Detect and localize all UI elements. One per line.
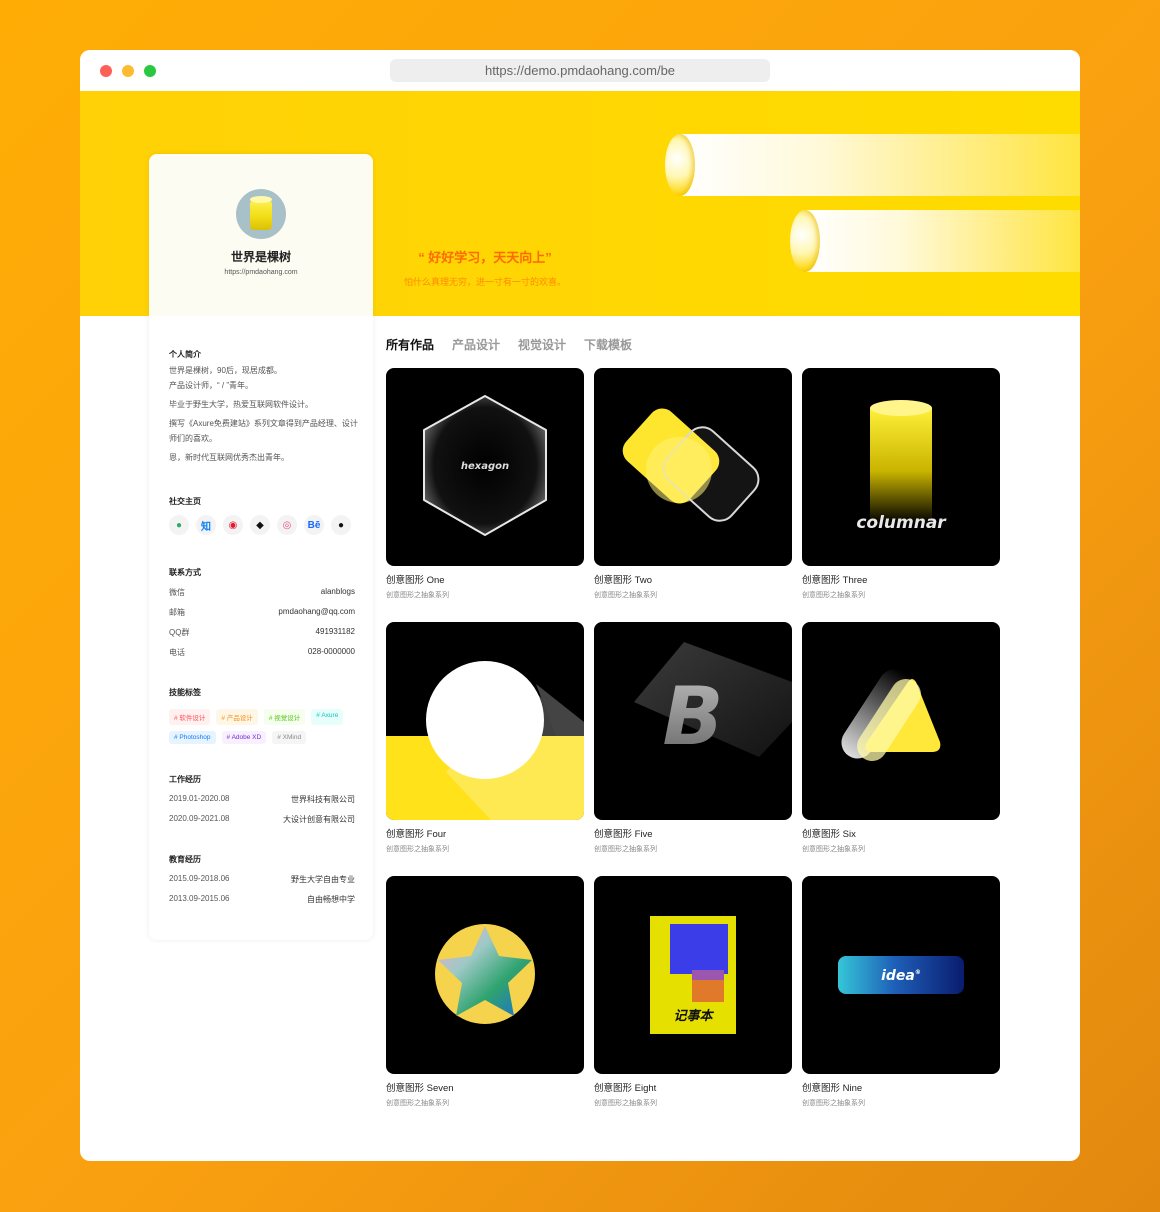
bio-line: 毕业于野生大学，热爱互联网软件设计。 [169,400,313,409]
work-subtitle: 创意图形之抽象系列 [386,592,449,599]
skill-tag[interactable]: # Axure [311,709,344,725]
wechat-icon[interactable]: ● [169,515,189,535]
bio-line: 撰写《Axure免费建站》系列文章得到产品经理、设计师们的喜欢。 [169,419,358,443]
browser-titlebar: https://demo.pmdaohang.com/be [80,50,1080,91]
work-art-text: hexagon [461,461,509,472]
work-subtitle: 创意图形之抽象系列 [802,1100,865,1107]
weibo-icon[interactable]: ◉ [223,515,243,535]
bio-line: 产品设计师，“ / ”青年。 [169,381,253,390]
work-row-label: 2019.01-2020.08 [169,794,230,803]
skill-tag[interactable]: # Photoshop [169,731,216,744]
tab-download-templates[interactable]: 下载模板 [584,336,632,353]
work-title[interactable]: 创意图形 Seven [386,1080,454,1094]
profile-name: 世界是棵树 [230,250,291,264]
work-title[interactable]: 创意图形 Five [594,826,653,840]
contact-row-label: 邮箱 [169,608,185,617]
address-bar[interactable]: https://demo.pmdaohang.com/be [390,59,770,82]
work-row-label: 2020.09-2021.08 [169,814,230,823]
work-art-text: B [663,670,724,763]
skill-tag[interactable]: # 产品设计 [216,709,258,725]
work-title[interactable]: 创意图形 Six [802,826,856,840]
work-row-value: 世界科技有限公司 [291,795,355,804]
close-window-button[interactable] [100,65,112,77]
skill-tag[interactable]: # XMind [272,731,307,744]
work-thumbnail[interactable]: 记事本 [594,876,792,1074]
work-thumbnail[interactable]: idea® [802,876,1000,1074]
contact-row-value: 491931182 [315,627,355,636]
work-title[interactable]: 创意图形 Nine [802,1080,862,1094]
skill-tag[interactable]: # Adobe XD [221,731,267,744]
work-art-text: columnar [856,513,947,533]
cylinder-graphic [665,134,1080,196]
behance-icon[interactable]: Bē [304,515,324,535]
contact-title: 联系方式 [169,568,201,577]
github-icon[interactable]: ● [331,515,351,535]
contact-row-value: 028-0000000 [307,647,355,656]
work-title[interactable]: 创意图形 Eight [594,1080,656,1094]
work-thumbnail[interactable] [802,622,1000,820]
bio-line: 世界是棵树，90后，现居成都。 [169,366,282,375]
social-links: ● 知 ◉ ◆ ◎ Bē ● [169,515,351,535]
edu-row-label: 2015.09-2018.06 [169,874,230,883]
ghost-icon[interactable]: ◆ [250,515,270,535]
zhihu-icon[interactable]: 知 [196,515,216,535]
edu-title: 教育经历 [169,855,201,864]
tab-product-design[interactable]: 产品设计 [452,336,500,353]
dribbble-icon[interactable]: ◎ [277,515,297,535]
tab-all-works[interactable]: 所有作品 [386,336,434,353]
work-thumbnail[interactable] [386,622,584,820]
work-subtitle: 创意图形之抽象系列 [386,1100,449,1107]
hero-motto: 怕什么真理无穷，进一寸有一寸的欢喜。 [403,277,566,287]
minimize-window-button[interactable] [122,65,134,77]
work-thumbnail[interactable] [594,368,792,566]
bio-title: 个人简介 [169,350,201,359]
contact-row-value: pmdaohang@qq.com [278,607,355,616]
contact-row-label: 电话 [169,648,185,657]
skill-tags: # 软件设计 # 产品设计 # 视觉设计 # Axure # Photoshop # Ad… [169,709,361,744]
skills-title: 技能标签 [169,688,201,697]
work-thumbnail[interactable]: columnar [802,368,1000,566]
contact-row-value: alanblogs [320,587,355,596]
work-title[interactable]: 创意图形 One [386,572,445,586]
work-title[interactable]: 创意图形 Three [802,572,867,586]
contact-row-label: 微信 [169,588,185,597]
work-thumbnail[interactable]: B [594,622,792,820]
edu-row-value: 自由畅想中学 [307,895,355,904]
work-subtitle: 创意图形之抽象系列 [594,846,657,853]
edu-row-label: 2013.09-2015.06 [169,894,230,903]
edu-row-value: 野生大学自由专业 [291,875,355,884]
bio-text: 世界是棵树，90后，现居成都。 产品设计师，“ / ”青年。 毕业于野生大学，热爱… [169,363,359,469]
profile-card: 世界是棵树 https://pmdaohang.com 个人简介 世界是棵树，9… [149,154,373,940]
work-row-value: 大设计创意有限公司 [283,815,355,824]
avatar [236,189,286,239]
work-subtitle: 创意图形之抽象系列 [802,846,865,853]
work-title[interactable]: 创意图形 Four [386,826,446,840]
work-title: 工作经历 [169,775,201,784]
contact-row-label: QQ群 [169,628,190,637]
work-thumbnail[interactable] [386,876,584,1074]
hero-quote: “ 好好学习，天天向上” [418,250,552,265]
work-subtitle: 创意图形之抽象系列 [386,846,449,853]
work-art-text: 记事本 [673,1008,714,1024]
category-tabs: 所有作品 产品设计 视觉设计 下载模板 [386,336,632,353]
work-subtitle: 创意图形之抽象系列 [594,1100,657,1107]
tab-visual-design[interactable]: 视觉设计 [518,336,566,353]
maximize-window-button[interactable] [144,65,156,77]
work-thumbnail[interactable]: hexagon [386,368,584,566]
social-title: 社交主页 [169,497,201,506]
cylinder-graphic [790,210,1080,272]
work-subtitle: 创意图形之抽象系列 [594,592,657,599]
browser-window: https://demo.pmdaohang.com/be “ 好好学习，天天向… [80,50,1080,1161]
skill-tag[interactable]: # 软件设计 [169,709,211,725]
skill-tag[interactable]: # 视觉设计 [263,709,306,725]
bio-line: 恩，新时代互联网优秀杰出青年。 [169,453,289,462]
work-title[interactable]: 创意图形 Two [594,572,652,586]
work-subtitle: 创意图形之抽象系列 [802,592,865,599]
profile-site-link[interactable]: https://pmdaohang.com [149,269,373,276]
